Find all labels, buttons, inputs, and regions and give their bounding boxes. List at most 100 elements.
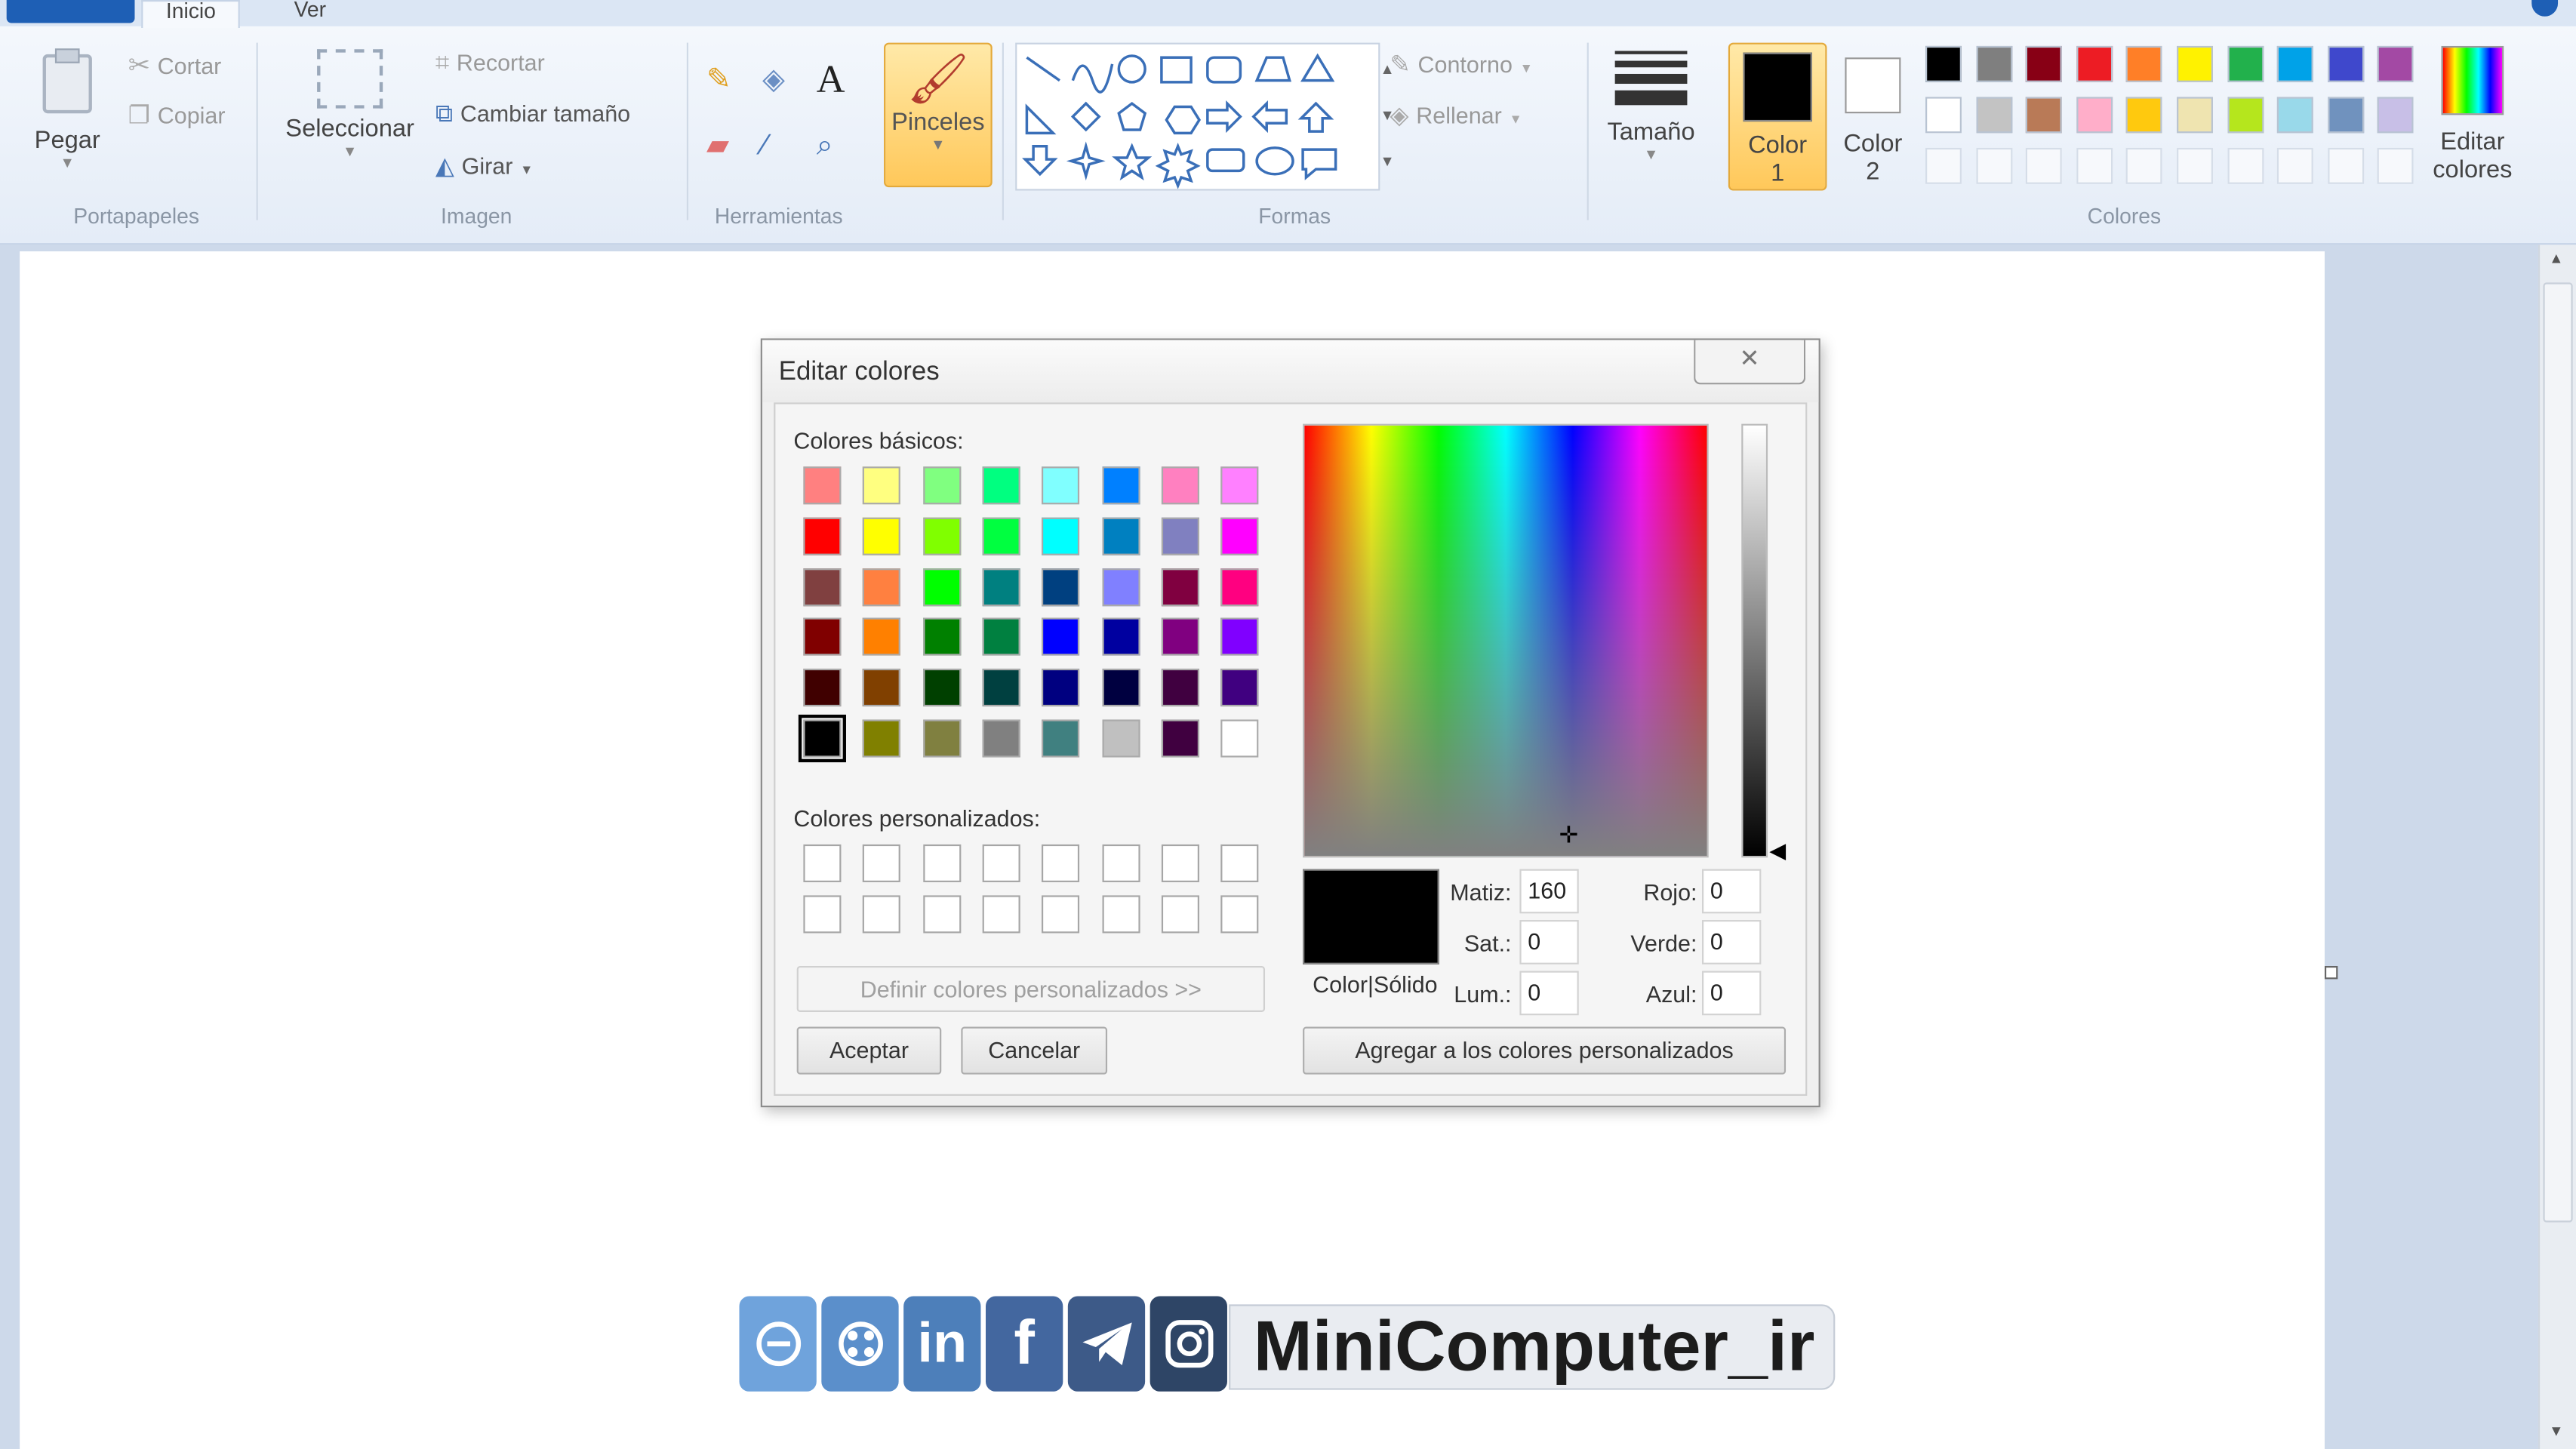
- basic-color-swatch[interactable]: [1042, 466, 1080, 505]
- red-field[interactable]: 0: [1702, 869, 1762, 914]
- close-button[interactable]: ✕: [1694, 340, 1806, 385]
- basic-color-swatch[interactable]: [922, 618, 961, 657]
- custom-color-swatch[interactable]: [803, 844, 842, 882]
- basic-color-swatch[interactable]: [803, 568, 842, 606]
- basic-color-swatch[interactable]: [982, 568, 1020, 606]
- basic-color-swatch[interactable]: [1042, 618, 1080, 657]
- basic-color-swatch[interactable]: [1042, 517, 1080, 555]
- basic-color-swatch[interactable]: [982, 719, 1020, 758]
- rotate-button[interactable]: ◭ Girar ▼: [435, 151, 534, 182]
- basic-color-swatch[interactable]: [863, 719, 901, 758]
- luminance-pointer-icon[interactable]: ◀: [1769, 838, 1786, 864]
- blue-field[interactable]: 0: [1702, 971, 1762, 1016]
- basic-color-swatch[interactable]: [1101, 719, 1140, 758]
- sat-field[interactable]: 0: [1519, 920, 1579, 964]
- fill-button[interactable]: ◈ Rellenar ▼: [1390, 100, 1522, 131]
- copy-button[interactable]: ❐ Copiar: [128, 100, 226, 131]
- basic-color-swatch[interactable]: [1161, 719, 1199, 758]
- basic-color-swatch[interactable]: [863, 618, 901, 657]
- text-tool-icon[interactable]: A: [817, 59, 853, 102]
- lum-field[interactable]: 0: [1519, 971, 1579, 1016]
- fill-bucket-icon[interactable]: ◈: [762, 63, 799, 102]
- palette-swatch[interactable]: [2277, 45, 2314, 82]
- tab-inicio[interactable]: Inicio: [141, 0, 241, 29]
- palette-swatch[interactable]: [2327, 97, 2364, 134]
- basic-color-swatch[interactable]: [1161, 517, 1199, 555]
- green-field[interactable]: 0: [1702, 920, 1762, 964]
- resize-button[interactable]: ⧉ Cambiar tamaño: [435, 100, 630, 130]
- palette-swatch[interactable]: [2076, 45, 2113, 82]
- palette-swatch[interactable]: [2227, 97, 2264, 134]
- size-button[interactable]: Tamaño ▼: [1603, 46, 1698, 163]
- eraser-icon[interactable]: ▰: [706, 128, 743, 168]
- basic-color-swatch[interactable]: [1101, 466, 1140, 505]
- basic-color-swatch[interactable]: [1101, 618, 1140, 657]
- palette-swatch[interactable]: [2277, 147, 2314, 184]
- palette-swatch[interactable]: [2026, 147, 2063, 184]
- paste-button[interactable]: Pegar ▼: [33, 46, 102, 177]
- palette-swatch[interactable]: [1925, 97, 1962, 134]
- palette-swatch[interactable]: [1925, 45, 1962, 82]
- custom-color-swatch[interactable]: [1042, 844, 1080, 882]
- palette-swatch[interactable]: [1975, 97, 2012, 134]
- basic-color-swatch[interactable]: [1220, 618, 1259, 657]
- cut-button[interactable]: ✂ Cortar: [128, 49, 222, 82]
- palette-swatch[interactable]: [2377, 97, 2414, 134]
- custom-color-swatch[interactable]: [1042, 895, 1080, 934]
- brushes-button[interactable]: 🖌 Pinceles ▼: [884, 42, 993, 188]
- palette-swatch[interactable]: [2126, 45, 2163, 82]
- basic-color-swatch[interactable]: [863, 517, 901, 555]
- ok-button[interactable]: Aceptar: [796, 1026, 942, 1075]
- cancel-button[interactable]: Cancelar: [961, 1026, 1108, 1075]
- edit-colors-button[interactable]: Editar colores: [2431, 45, 2513, 184]
- scroll-up-arrow[interactable]: ▲: [2543, 250, 2569, 266]
- palette-swatch[interactable]: [1975, 147, 2012, 184]
- palette-swatch[interactable]: [2076, 147, 2113, 184]
- palette-swatch[interactable]: [2076, 97, 2113, 134]
- basic-color-swatch[interactable]: [803, 618, 842, 657]
- custom-color-swatch[interactable]: [1220, 844, 1259, 882]
- palette-swatch[interactable]: [2327, 45, 2364, 82]
- basic-color-swatch[interactable]: [803, 517, 842, 555]
- palette-swatch[interactable]: [2177, 45, 2213, 82]
- custom-color-swatch[interactable]: [982, 895, 1020, 934]
- palette-swatch[interactable]: [2377, 147, 2414, 184]
- select-button[interactable]: Seleccionar ▼: [279, 46, 420, 159]
- basic-color-swatch[interactable]: [1042, 719, 1080, 758]
- custom-color-swatch[interactable]: [863, 895, 901, 934]
- scrollbar-thumb[interactable]: [2543, 282, 2573, 1223]
- palette-swatch[interactable]: [2227, 147, 2264, 184]
- pencil-icon[interactable]: ✎: [706, 63, 743, 102]
- custom-color-swatch[interactable]: [1101, 844, 1140, 882]
- define-custom-colors-button[interactable]: Definir colores personalizados >>: [796, 965, 1266, 1012]
- basic-color-swatch[interactable]: [1161, 568, 1199, 606]
- palette-swatch[interactable]: [1925, 147, 1962, 184]
- basic-color-swatch[interactable]: [863, 568, 901, 606]
- color-picker-icon[interactable]: ⁄: [762, 128, 799, 168]
- basic-color-swatch[interactable]: [982, 517, 1020, 555]
- basic-color-swatch[interactable]: [1220, 517, 1259, 555]
- basic-color-swatch[interactable]: [982, 466, 1020, 505]
- color-spectrum[interactable]: [1303, 423, 1709, 858]
- basic-color-swatch[interactable]: [922, 466, 961, 505]
- basic-color-swatch[interactable]: [922, 669, 961, 707]
- basic-color-swatch[interactable]: [1101, 669, 1140, 707]
- basic-color-swatch[interactable]: [863, 669, 901, 707]
- basic-color-swatch[interactable]: [982, 669, 1020, 707]
- custom-color-swatch[interactable]: [982, 844, 1020, 882]
- palette-swatch[interactable]: [2377, 45, 2414, 82]
- palette-swatch[interactable]: [2277, 97, 2314, 134]
- canvas-resize-handle[interactable]: [2324, 965, 2338, 980]
- basic-color-swatch[interactable]: [1101, 517, 1140, 555]
- custom-color-swatch[interactable]: [922, 844, 961, 882]
- basic-color-swatch[interactable]: [982, 618, 1020, 657]
- palette-swatch[interactable]: [2126, 147, 2163, 184]
- shapes-gallery[interactable]: [1015, 42, 1380, 191]
- hue-field[interactable]: 160: [1519, 869, 1579, 914]
- palette-swatch[interactable]: [2177, 97, 2213, 134]
- basic-color-swatch[interactable]: [1220, 669, 1259, 707]
- add-custom-color-button[interactable]: Agregar a los colores personalizados: [1303, 1026, 1787, 1075]
- custom-color-swatch[interactable]: [1161, 844, 1199, 882]
- custom-color-swatch[interactable]: [1220, 895, 1259, 934]
- basic-color-swatch[interactable]: [922, 568, 961, 606]
